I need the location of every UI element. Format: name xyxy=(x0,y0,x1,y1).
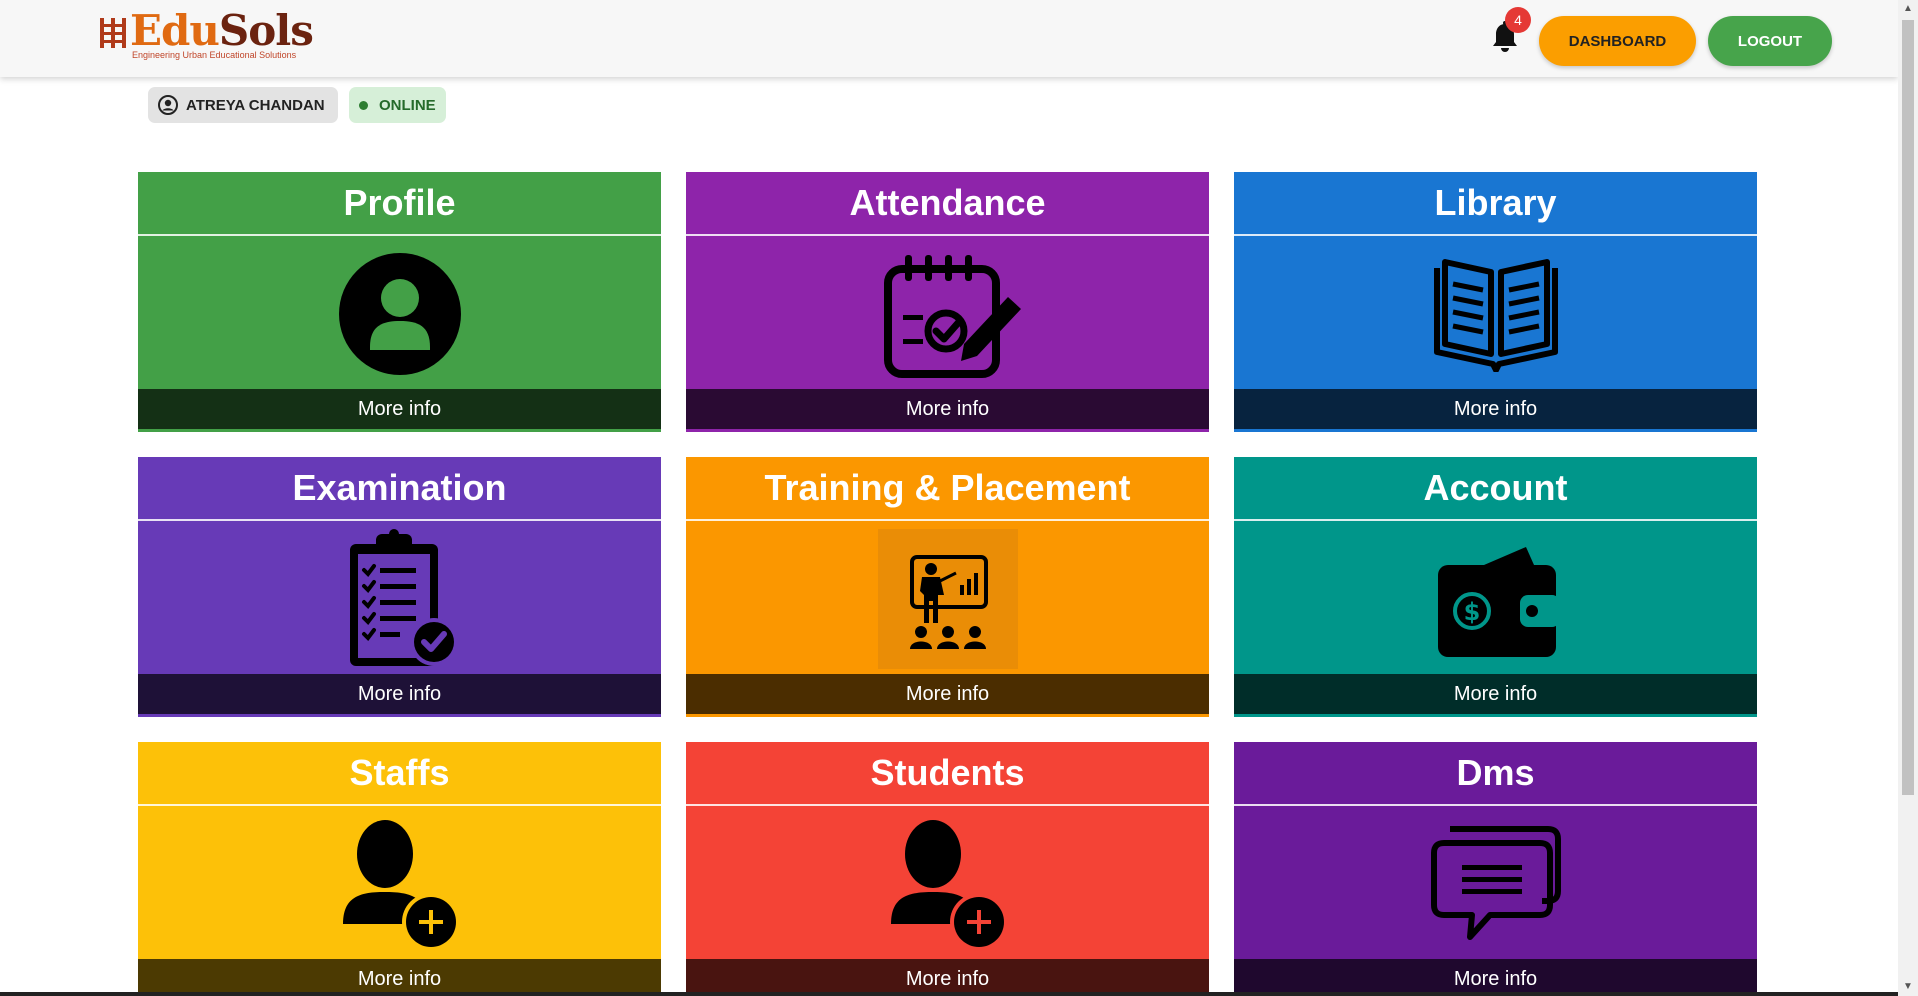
tile-body xyxy=(1234,238,1757,389)
brand-edu: Edu xyxy=(130,6,220,55)
tile-title: Library xyxy=(1234,172,1757,236)
tile-body xyxy=(686,808,1209,959)
notification-badge: 4 xyxy=(1505,7,1531,33)
online-label: ONLINE xyxy=(379,96,436,114)
more-info-link[interactable]: More info xyxy=(686,389,1209,429)
tile-title: Account xyxy=(1234,457,1757,521)
tile-body xyxy=(1234,808,1757,959)
more-info-link[interactable]: More info xyxy=(1234,959,1757,996)
online-dot-icon xyxy=(359,100,368,110)
tile-edge xyxy=(1234,714,1757,717)
more-info-link[interactable]: More info xyxy=(138,674,661,714)
chat-bubbles-icon xyxy=(1430,825,1561,940)
user-add-icon xyxy=(342,819,460,951)
tile-title: Attendance xyxy=(686,172,1209,236)
more-info-link[interactable]: More info xyxy=(686,959,1209,996)
tile-body: $ xyxy=(1234,523,1757,674)
logo-mark-icon xyxy=(100,18,126,48)
brand-sols: Sols xyxy=(218,6,314,55)
tile-title: Students xyxy=(686,742,1209,806)
tile-library[interactable]: Library More info xyxy=(1234,172,1757,432)
user-circle-icon xyxy=(338,252,461,375)
tile-body xyxy=(686,523,1209,674)
brand-tagline: Engineering Urban Educational Solutions xyxy=(132,50,297,60)
clipboard-checklist-icon xyxy=(349,528,458,666)
svg-text:$: $ xyxy=(1463,598,1480,626)
tile-staffs[interactable]: Staffs More info xyxy=(138,742,661,996)
tile-edge xyxy=(686,429,1209,432)
scrollbar-thumb[interactable] xyxy=(1902,20,1914,795)
more-info-link[interactable]: More info xyxy=(138,389,661,429)
logout-button[interactable]: LOGOUT xyxy=(1708,16,1832,66)
tile-dms[interactable]: Dms More info xyxy=(1234,742,1757,996)
tile-edge xyxy=(138,714,661,717)
user-chip: ATREYA CHANDAN xyxy=(148,87,338,123)
edusols-logo[interactable]: EduSols Engineering Urban Educational So… xyxy=(98,6,318,62)
open-book-icon xyxy=(1433,258,1558,372)
more-info-link[interactable]: More info xyxy=(686,674,1209,714)
wallet-dollar-icon: $ xyxy=(1437,546,1558,657)
tile-body xyxy=(138,238,661,389)
dashboard-button[interactable]: DASHBOARD xyxy=(1539,16,1696,66)
tile-training-placement[interactable]: Training & Placement More info xyxy=(686,457,1209,717)
tile-examination[interactable]: Examination More info xyxy=(138,457,661,717)
brand-name: EduSols xyxy=(130,6,314,56)
top-navbar: EduSols Engineering Urban Educational So… xyxy=(0,0,1898,77)
tile-body xyxy=(686,238,1209,389)
tile-title: Staffs xyxy=(138,742,661,806)
tile-profile[interactable]: Profile More info xyxy=(138,172,661,432)
presentation-icon xyxy=(877,528,1018,669)
more-info-link[interactable]: More info xyxy=(138,959,661,996)
tile-students[interactable]: Students More info xyxy=(686,742,1209,996)
tile-account[interactable]: Account $ More info xyxy=(1234,457,1757,717)
more-info-link[interactable]: More info xyxy=(1234,389,1757,429)
tile-edge xyxy=(686,714,1209,717)
bottom-border xyxy=(0,992,1898,996)
tile-edge xyxy=(138,429,661,432)
tile-body xyxy=(138,523,661,674)
page: EduSols Engineering Urban Educational So… xyxy=(0,0,1918,996)
tile-body xyxy=(138,808,661,959)
calendar-check-edit-icon xyxy=(883,254,1021,378)
user-add-icon xyxy=(890,819,1008,951)
user-name: ATREYA CHANDAN xyxy=(186,96,325,114)
scroll-down-arrow-icon[interactable]: ▼ xyxy=(1898,978,1918,996)
more-info-link[interactable]: More info xyxy=(1234,674,1757,714)
online-status-chip: ONLINE xyxy=(349,87,446,123)
user-avatar-icon xyxy=(158,95,178,115)
tile-title: Examination xyxy=(138,457,661,521)
tile-attendance[interactable]: Attendance More info xyxy=(686,172,1209,432)
tile-edge xyxy=(1234,429,1757,432)
scroll-up-arrow-icon[interactable]: ▲ xyxy=(1898,0,1918,18)
tile-title: Training & Placement xyxy=(686,457,1209,521)
tile-title: Dms xyxy=(1234,742,1757,806)
tile-title: Profile xyxy=(138,172,661,236)
